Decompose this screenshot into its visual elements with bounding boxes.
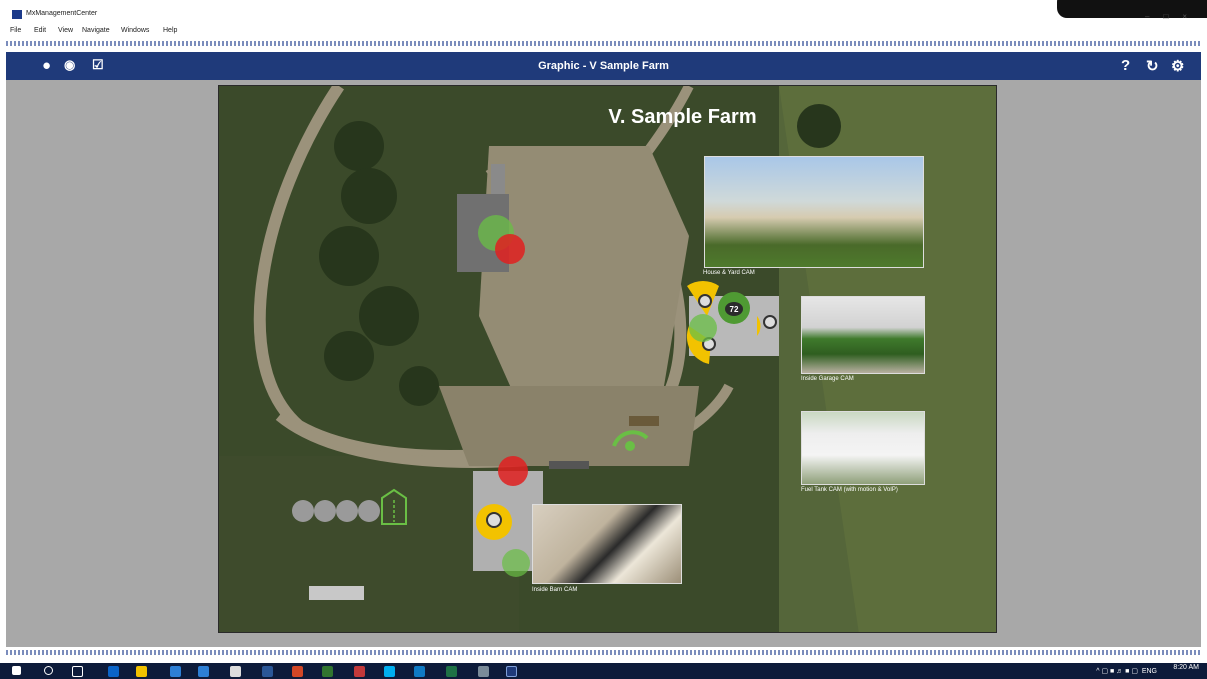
menu-view[interactable]: View: [58, 27, 73, 34]
excel-icon[interactable]: [446, 666, 457, 677]
internet-explorer-icon[interactable]: [170, 666, 181, 677]
menu-navigate[interactable]: Navigate: [82, 27, 110, 34]
store-icon[interactable]: [230, 666, 241, 677]
refresh-icon[interactable]: ↻: [1146, 57, 1159, 75]
edge-icon[interactable]: [198, 666, 209, 677]
task-view-icon[interactable]: [72, 666, 83, 677]
search-icon[interactable]: [44, 666, 53, 675]
tray-icons[interactable]: ^ ▢ ■ ♬ ■ ▢: [1096, 668, 1140, 675]
splitter-top[interactable]: [6, 41, 1201, 46]
thermostat-readout[interactable]: 72: [725, 305, 743, 314]
fuel-tank-camera-feed[interactable]: [801, 411, 925, 485]
map-title: V. Sample Farm: [608, 106, 757, 128]
onedrive-icon[interactable]: [414, 666, 425, 677]
start-icon[interactable]: [12, 666, 21, 675]
inside-barn-camera-feed[interactable]: [532, 504, 682, 584]
house-yard-camera-feed[interactable]: [704, 156, 924, 268]
access-icon[interactable]: [354, 666, 365, 677]
clock-time: 8:20 AM: [1173, 664, 1199, 671]
inside-garage-camera-feed[interactable]: [801, 296, 925, 374]
mxmanagementcenter-taskbar-icon[interactable]: [506, 666, 517, 677]
menu-windows[interactable]: Windows: [121, 27, 149, 34]
house-yard-cam-label: House & Yard CAM: [703, 270, 755, 276]
os-taskbar: ^ ▢ ■ ♬ ■ ▢ ENG 8:20 AM: [0, 663, 1207, 679]
word-icon[interactable]: [262, 666, 273, 677]
taskbar-clock[interactable]: 8:20 AM: [1173, 664, 1199, 672]
view-title: Graphic - V Sample Farm: [538, 60, 669, 72]
menu-help[interactable]: Help: [163, 27, 177, 34]
window-title: MxManagementCenter: [26, 10, 98, 17]
file-explorer-icon[interactable]: [136, 666, 147, 677]
inside-garage-cam-label: Inside Garage CAM: [801, 376, 854, 382]
powerpoint-icon[interactable]: [292, 666, 303, 677]
menu-file[interactable]: File: [10, 27, 21, 34]
farm-map: V. Sample Farm 72 House & Yard CAM Insid…: [218, 85, 997, 633]
project-icon[interactable]: [322, 666, 333, 677]
app-icon[interactable]: [478, 666, 489, 677]
help-icon[interactable]: ?: [1121, 57, 1130, 74]
splitter-bottom[interactable]: [6, 650, 1201, 655]
language-indicator[interactable]: ENG: [1142, 668, 1157, 675]
window-controls[interactable]: –□×: [1145, 12, 1201, 21]
window-titlebar: MxManagementCenter –□×: [0, 0, 1207, 22]
skype-icon[interactable]: [384, 666, 395, 677]
fuel-tank-cam-label: Fuel Tank CAM (with motion & VoIP): [801, 487, 898, 493]
app-logo-icon: [12, 10, 22, 19]
inside-barn-cam-label: Inside Barn CAM: [532, 587, 578, 593]
settings-gear-icon[interactable]: ⚙: [1171, 57, 1184, 75]
system-tray[interactable]: ^ ▢ ■ ♬ ■ ▢ ENG: [1096, 667, 1157, 675]
outlook-icon[interactable]: [108, 666, 119, 677]
view-header: ● ◉ ☑ Graphic - V Sample Farm ? ↻ ⚙: [6, 52, 1201, 80]
menu-edit[interactable]: Edit: [34, 27, 46, 34]
